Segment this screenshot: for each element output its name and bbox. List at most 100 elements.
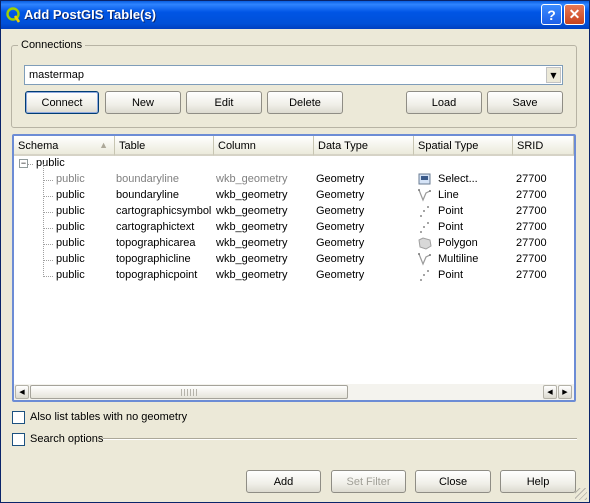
column-header-spatial-type[interactable]: Spatial Type (414, 136, 513, 156)
cell-spatial-type[interactable]: Point (438, 221, 463, 233)
cell-schema: public (56, 221, 85, 233)
cell-spatial-type[interactable]: Point (438, 205, 463, 217)
title-bar[interactable]: Add PostGIS Table(s) ? ✕ (1, 1, 589, 29)
cell-column: wkb_geometry (216, 269, 288, 281)
close-title-button[interactable]: ✕ (564, 4, 585, 25)
table-row[interactable]: public topographicarea wkb_geometry Geometr… (14, 236, 574, 252)
line-icon (418, 189, 431, 202)
cell-data-type: Geometry (316, 189, 365, 201)
cell-spatial-type[interactable]: Multiline (438, 253, 478, 265)
collapse-icon[interactable]: − (19, 159, 28, 168)
line-icon (418, 253, 431, 266)
add-button[interactable]: Add (246, 470, 321, 493)
tree-connector (43, 276, 53, 277)
new-button[interactable]: New (105, 91, 181, 114)
select-icon (418, 173, 431, 185)
cell-schema: public (56, 237, 85, 249)
cell-column: wkb_geometry (216, 205, 288, 217)
point-icon (420, 206, 429, 217)
table-row[interactable]: public boundaryline wkb_geometry Geometry Li… (14, 188, 574, 204)
point-icon (420, 270, 429, 281)
no-geometry-label: Also list tables with no geometry (30, 411, 188, 423)
column-header-column[interactable]: Column (214, 136, 314, 156)
chevron-down-icon[interactable]: ▼ (546, 67, 561, 83)
cell-column: wkb_geometry (216, 237, 288, 249)
cell-data-type: Geometry (316, 237, 365, 249)
connect-button[interactable]: Connect (25, 91, 99, 114)
tree-group-label: public (36, 157, 65, 169)
cell-spatial-type[interactable]: Line (438, 189, 459, 201)
column-header-table[interactable]: Table (115, 136, 214, 156)
column-header-table-label: Table (119, 140, 146, 152)
connections-group (11, 45, 577, 128)
polygon-icon (418, 237, 432, 250)
cell-data-type: Geometry (316, 173, 365, 185)
column-header-srid[interactable]: SRID (513, 136, 574, 156)
no-geometry-checkbox[interactable] (12, 411, 25, 424)
table-row[interactable]: public boundaryline wkb_geometry Geometry Se… (14, 172, 574, 188)
cell-srid: 27700 (516, 237, 547, 249)
cell-table: cartographicsymbol (116, 205, 212, 217)
cell-spatial-type[interactable]: Polygon (438, 237, 478, 249)
connections-legend: Connections (18, 39, 86, 51)
cell-srid: 27700 (516, 221, 547, 233)
table-row[interactable]: public topographicline wkb_geometry Geometr… (14, 252, 574, 268)
column-header-schema-label: Schema (18, 140, 59, 152)
column-header-srid-label: SRID (517, 140, 544, 152)
scrollbar-grip-icon (181, 389, 199, 396)
column-header-data-type-label: Data Type (318, 140, 368, 152)
cell-spatial-type[interactable]: Select... (438, 173, 478, 185)
sort-ascending-icon: ▲ (99, 140, 108, 150)
column-header-schema[interactable]: Schema ▲ (14, 136, 115, 156)
tree-connector (43, 212, 53, 213)
table-row[interactable]: public cartographicsymbol wkb_geometry Geom… (14, 204, 574, 220)
connection-select[interactable]: mastermap ▼ (24, 65, 563, 85)
load-button[interactable]: Load (406, 91, 482, 114)
table-row[interactable]: public topographicpoint wkb_geometry Geomet… (14, 268, 574, 284)
column-header-spatial-type-label: Spatial Type (418, 140, 479, 152)
cell-table: cartographictext (116, 221, 195, 233)
scroll-left-icon[interactable]: ◀ (543, 385, 557, 399)
tables-tree[interactable]: Schema ▲ Table Column Data Type Spatial … (12, 134, 576, 402)
scroll-left-icon[interactable]: ◀ (15, 385, 29, 399)
cell-data-type: Geometry (316, 253, 365, 265)
scrollbar-thumb[interactable] (30, 385, 348, 399)
help-title-button[interactable]: ? (541, 4, 562, 25)
cell-srid: 27700 (516, 253, 547, 265)
cell-table: boundaryline (116, 189, 179, 201)
search-options-divider (103, 438, 577, 440)
cell-srid: 27700 (516, 189, 547, 201)
point-icon (420, 222, 429, 233)
cell-table: boundaryline (116, 173, 179, 185)
close-button[interactable]: Close (415, 470, 491, 493)
column-header-column-label: Column (218, 140, 256, 152)
cell-schema: public (56, 269, 85, 281)
search-options-label: Search options (30, 433, 104, 445)
cell-column: wkb_geometry (216, 189, 288, 201)
cell-column: wkb_geometry (216, 253, 288, 265)
horizontal-scrollbar[interactable]: ◀ ◀ ▶ (14, 384, 574, 400)
scroll-right-icon[interactable]: ▶ (558, 385, 572, 399)
tree-connector (43, 180, 53, 181)
cell-data-type: Geometry (316, 221, 365, 233)
cell-spatial-type[interactable]: Point (438, 269, 463, 281)
cell-data-type: Geometry (316, 269, 365, 281)
set-filter-button[interactable]: Set Filter (331, 470, 406, 493)
delete-button[interactable]: Delete (267, 91, 343, 114)
cell-srid: 27700 (516, 269, 547, 281)
cell-table: topographicarea (116, 237, 196, 249)
help-button[interactable]: Help (500, 470, 576, 493)
cell-data-type: Geometry (316, 205, 365, 217)
edit-button[interactable]: Edit (186, 91, 262, 114)
tree-group-row[interactable]: − public (14, 156, 574, 172)
resize-grip-icon[interactable] (575, 488, 587, 500)
tree-connector (43, 228, 53, 229)
dialog-window: Add PostGIS Table(s) ? ✕ Connections mas… (0, 0, 590, 503)
table-row[interactable]: public cartographictext wkb_geometry Geomet… (14, 220, 574, 236)
tree-connector (28, 164, 33, 165)
save-button[interactable]: Save (487, 91, 563, 114)
cell-srid: 27700 (516, 205, 547, 217)
search-options-checkbox[interactable] (12, 433, 25, 446)
column-header-data-type[interactable]: Data Type (314, 136, 414, 156)
cell-column: wkb_geometry (216, 173, 288, 185)
